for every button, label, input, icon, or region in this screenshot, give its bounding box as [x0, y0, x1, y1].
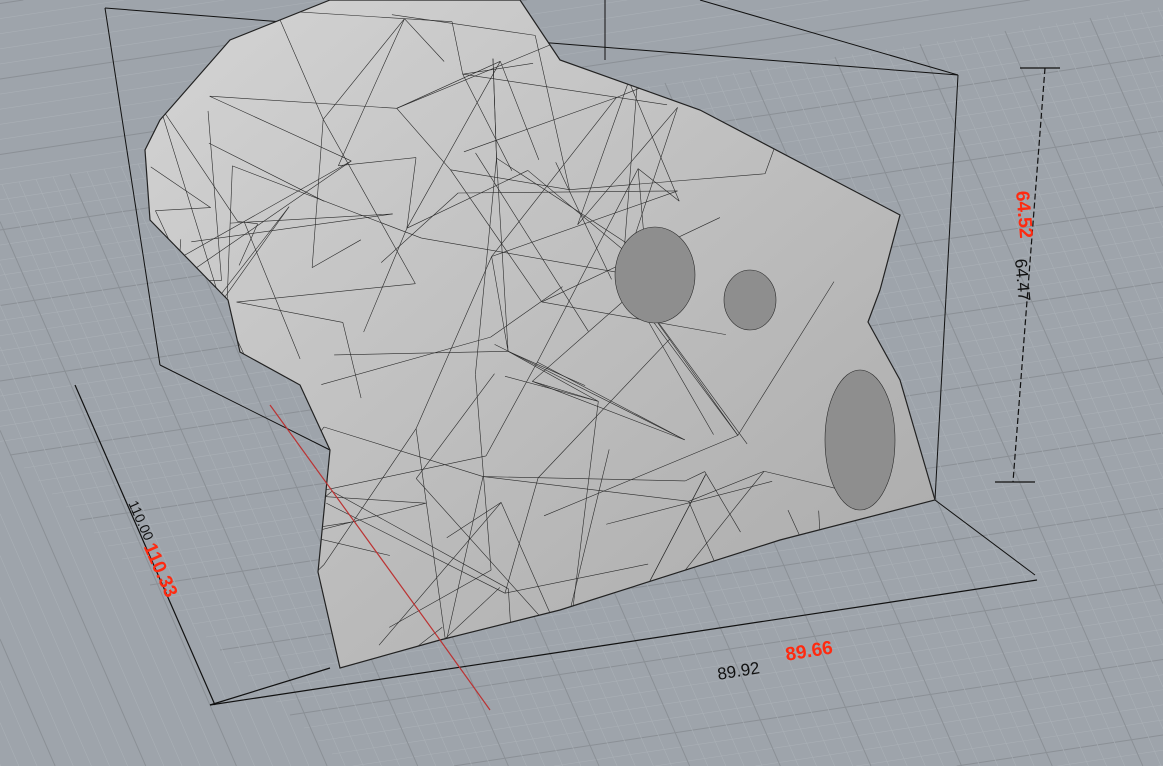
- mesh-edge: [668, 591, 744, 629]
- mesh-edge: [202, 426, 325, 598]
- mesh-edge: [772, 92, 905, 129]
- mesh-edge: [202, 491, 333, 598]
- mesh-edge: [211, 564, 325, 668]
- mesh-edge: [213, 336, 248, 493]
- mesh-edge: [639, 58, 815, 100]
- bore-hole: [824, 369, 896, 511]
- mesh-edge: [826, 584, 882, 659]
- 3d-viewport[interactable]: 64.52 64.47 110.33 110.00 89.92 89.66: [0, 0, 1163, 766]
- engine-block-mesh[interactable]: [144, 0, 936, 669]
- mesh-edge: [764, 19, 822, 174]
- mesh-edge: [665, 51, 773, 94]
- mesh-edge: [818, 510, 828, 659]
- height-nominal-dimension: 64.47: [1011, 258, 1034, 303]
- mesh-edge: [225, 337, 241, 540]
- bore-hole: [614, 226, 696, 324]
- bore-hole: [723, 269, 777, 331]
- mesh-model[interactable]: [0, 0, 1163, 766]
- mesh-edge: [163, 408, 302, 496]
- height-actual-dimension: 64.52: [1011, 190, 1037, 240]
